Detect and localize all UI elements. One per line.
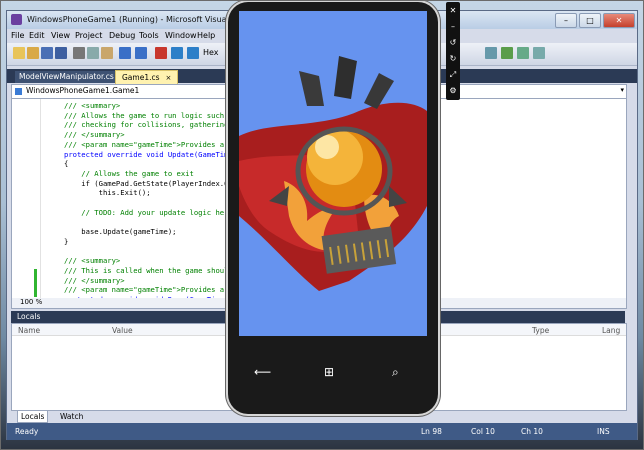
settings-icon[interactable]: ⚙ (448, 86, 458, 96)
hardware-buttons: ⟵ ⊞ ⌕ (228, 362, 438, 386)
zoom-level[interactable]: 100 % (20, 298, 42, 306)
emulator-toolbar: ✕ – ↺ ↻ ⤢ ⚙ (446, 2, 460, 100)
fit-to-screen-icon[interactable]: ⤢ (448, 70, 458, 80)
copy-icon[interactable] (87, 47, 99, 59)
locals-title: Locals (17, 312, 41, 321)
status-bar: Ready Ln 98 Col 10 Ch 10 INS (7, 423, 637, 440)
menu-edit[interactable]: Edit (29, 31, 45, 40)
tab-locals[interactable]: Locals (17, 411, 49, 423)
rotate-right-icon[interactable]: ↻ (448, 54, 458, 64)
menu-project[interactable]: Project (75, 31, 102, 40)
properties-icon[interactable] (517, 47, 529, 59)
close-tab-icon[interactable]: × (166, 74, 172, 82)
start-button[interactable]: ⊞ (324, 365, 334, 379)
save-icon[interactable] (41, 47, 53, 59)
step-over-icon[interactable] (171, 47, 183, 59)
menu-window[interactable]: Window (165, 31, 197, 40)
tab-game1[interactable]: Game1.cs × (115, 70, 179, 85)
change-indicator (34, 269, 37, 297)
search-button[interactable]: ⌕ (392, 365, 399, 380)
back-button[interactable]: ⟵ (254, 365, 271, 379)
menu-help[interactable]: Help (197, 31, 215, 40)
close-button[interactable]: ✕ (603, 13, 635, 28)
stop-debugging-icon[interactable] (155, 47, 167, 59)
visual-studio-icon (11, 14, 22, 25)
hex-toggle[interactable]: Hex (203, 48, 219, 57)
class-icon (15, 88, 22, 95)
step-into-icon[interactable] (187, 47, 199, 59)
close-icon[interactable]: ✕ (448, 6, 458, 16)
cut-icon[interactable] (73, 47, 85, 59)
menu-tools[interactable]: Tools (139, 31, 159, 40)
open-file-icon[interactable] (27, 47, 39, 59)
emulator-screen[interactable] (239, 11, 427, 336)
tab-modelviewmanipulator[interactable]: ModelViewManipulator.cs (15, 71, 118, 83)
game-render (239, 11, 427, 336)
tab-watch[interactable]: Watch (57, 411, 86, 422)
column-header-type[interactable]: Type (532, 326, 549, 335)
menu-file[interactable]: File (11, 31, 24, 40)
status-column: Col 10 (471, 427, 495, 436)
status-insert-mode: INS (597, 427, 610, 436)
column-header-lang[interactable]: Lang (602, 326, 620, 335)
windows-phone-emulator: ⟵ ⊞ ⌕ (228, 2, 438, 414)
chevron-down-icon[interactable]: ▾ (620, 86, 624, 94)
new-project-icon[interactable] (13, 47, 25, 59)
minimize-icon[interactable]: – (448, 22, 458, 32)
tab-label: ModelViewManipulator.cs (19, 72, 114, 81)
menu-view[interactable]: View (51, 31, 70, 40)
status-line: Ln 98 (421, 427, 442, 436)
column-header-name[interactable]: Name (18, 326, 40, 335)
redo-icon[interactable] (135, 47, 147, 59)
status-char: Ch 10 (521, 427, 543, 436)
find-icon[interactable] (485, 47, 497, 59)
rotate-left-icon[interactable]: ↺ (448, 38, 458, 48)
solution-explorer-icon[interactable] (501, 47, 513, 59)
minimize-button[interactable]: – (555, 13, 577, 28)
column-header-value[interactable]: Value (112, 326, 133, 335)
status-text: Ready (15, 427, 39, 436)
undo-icon[interactable] (119, 47, 131, 59)
tab-label: Game1.cs (122, 73, 160, 82)
class-selector-label: WindowsPhoneGame1.Game1 (26, 86, 140, 95)
save-all-icon[interactable] (55, 47, 67, 59)
toolbox-icon[interactable] (533, 47, 545, 59)
paste-icon[interactable] (101, 47, 113, 59)
menu-debug[interactable]: Debug (109, 31, 135, 40)
maximize-button[interactable]: □ (579, 13, 601, 28)
